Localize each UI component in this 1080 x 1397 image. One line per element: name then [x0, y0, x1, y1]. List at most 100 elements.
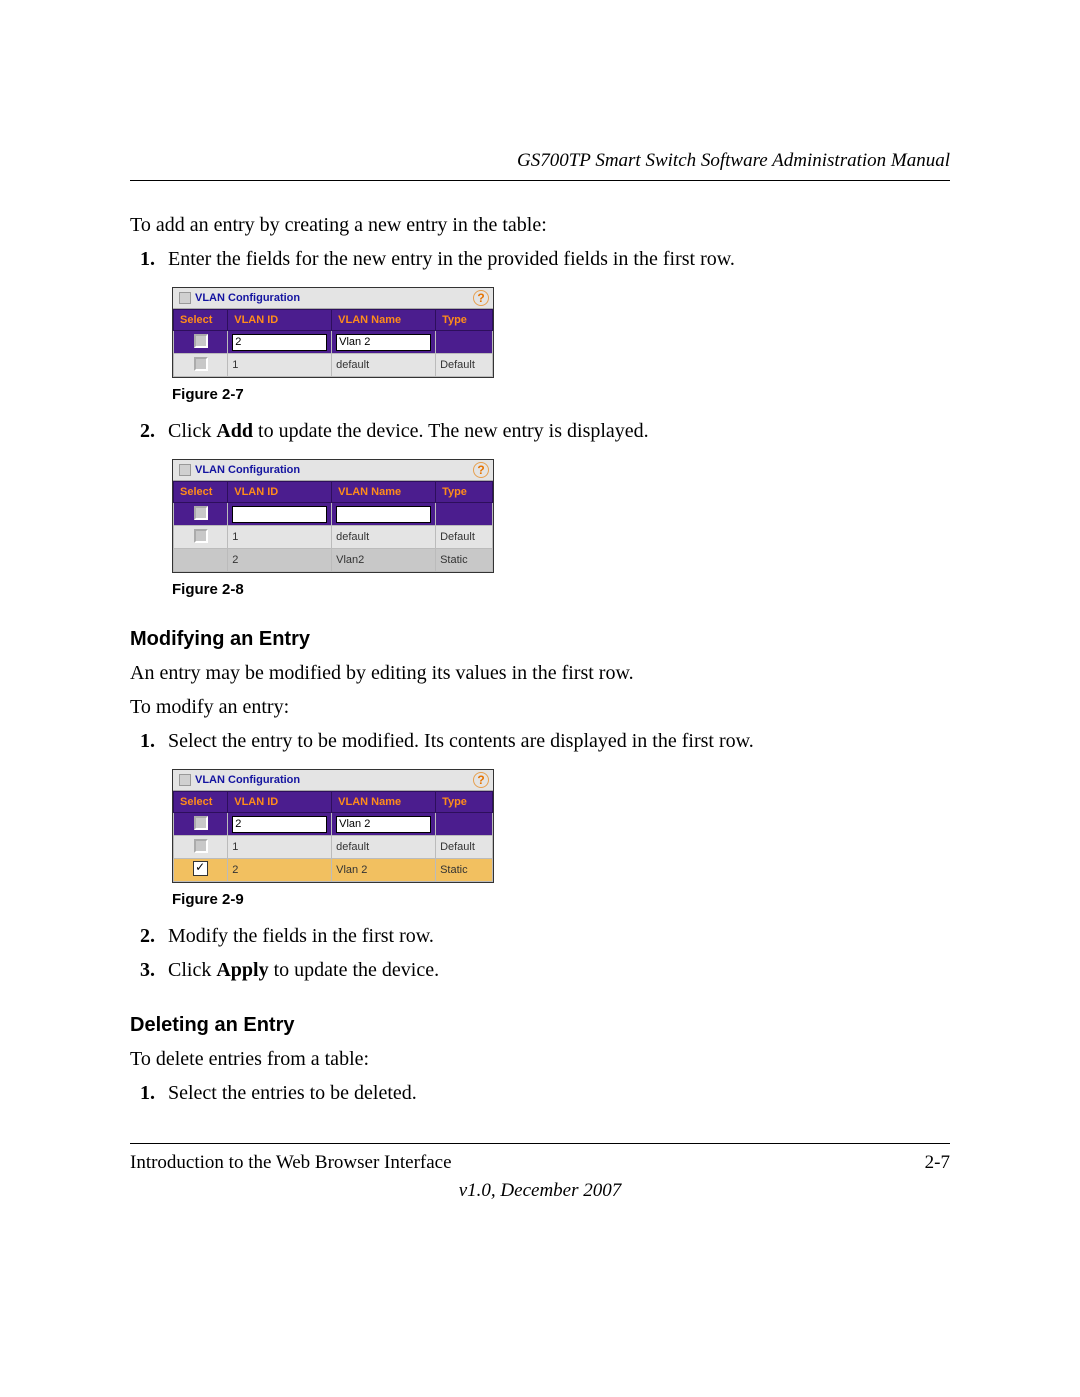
panel-icon [179, 292, 191, 304]
step-a1: 1.Enter the fields for the new entry in … [168, 245, 950, 273]
col-select: Select [174, 482, 228, 503]
step-m1: 1.Select the entry to be modified. Its c… [168, 727, 950, 755]
vlan-table: Select VLAN ID VLAN Name Type 1 default … [173, 309, 493, 377]
input-row [174, 331, 493, 354]
table-row: 1 default Default [174, 526, 493, 549]
page-header: GS700TP Smart Switch Software Administra… [130, 150, 950, 181]
heading-deleting: Deleting an Entry [130, 1014, 950, 1037]
step-text: Enter the fields for the new entry in th… [168, 248, 735, 270]
select-all-checkbox[interactable] [194, 506, 208, 520]
step-text: Select the entry to be modified. Its con… [168, 730, 754, 752]
col-vlan-name: VLAN Name [332, 310, 436, 331]
panel-title: VLAN Configuration [195, 292, 473, 304]
table-header-row: Select VLAN ID VLAN Name Type [174, 482, 493, 503]
panel-title: VLAN Configuration [195, 464, 473, 476]
col-select: Select [174, 792, 228, 813]
step-number: 1. [140, 1079, 168, 1107]
panel-titlebar: VLAN Configuration ? [173, 770, 493, 791]
table-row-selected: 2 Vlan 2 Static [174, 859, 493, 882]
col-type: Type [436, 482, 493, 503]
figure-2-8: VLAN Configuration ? Select VLAN ID VLAN… [172, 459, 950, 573]
modify-p1: An entry may be modified by editing its … [130, 659, 950, 687]
vlan-name-input[interactable] [336, 334, 431, 351]
row-checkbox-checked[interactable] [193, 861, 208, 876]
cell-type: Default [436, 354, 493, 377]
panel-titlebar: VLAN Configuration ? [173, 288, 493, 309]
step-number: 1. [140, 727, 168, 755]
col-vlan-name: VLAN Name [332, 792, 436, 813]
cell-id: 1 [228, 836, 332, 859]
vlan-name-input[interactable] [336, 816, 431, 833]
delete-p1: To delete entries from a table: [130, 1045, 950, 1073]
col-vlan-id: VLAN ID [228, 310, 332, 331]
cell-name: default [332, 836, 436, 859]
col-vlan-name: VLAN Name [332, 482, 436, 503]
footer-page-number: 2-7 [925, 1152, 950, 1174]
col-vlan-id: VLAN ID [228, 482, 332, 503]
step-text-pre: Click [168, 420, 216, 442]
cell-type: Default [436, 836, 493, 859]
manual-title: GS700TP Smart Switch Software Administra… [517, 150, 950, 171]
step-text-post: to update the device. The new entry is d… [253, 420, 649, 442]
step-text-post: to update the device. [269, 959, 440, 981]
row-checkbox[interactable] [194, 839, 208, 853]
modify-p2: To modify an entry: [130, 693, 950, 721]
help-icon[interactable]: ? [473, 462, 489, 478]
footer-version: v1.0, December 2007 [130, 1180, 950, 1202]
step-text-bold: Apply [216, 959, 268, 981]
vlan-id-input[interactable] [232, 816, 327, 833]
select-all-checkbox[interactable] [194, 334, 208, 348]
cell-name: default [332, 526, 436, 549]
heading-modifying: Modifying an Entry [130, 628, 950, 651]
vlan-name-input[interactable] [336, 506, 431, 523]
cell-type: Static [436, 549, 493, 572]
page-footer: Introduction to the Web Browser Interfac… [130, 1143, 950, 1202]
panel-titlebar: VLAN Configuration ? [173, 460, 493, 481]
cell-name: Vlan 2 [332, 859, 436, 882]
cell-id: 2 [228, 859, 332, 882]
figure-caption: Figure 2-9 [172, 891, 950, 908]
table-row: 2 Vlan2 Static [174, 549, 493, 572]
cell-id: 2 [228, 549, 332, 572]
footer-chapter: Introduction to the Web Browser Interfac… [130, 1152, 452, 1174]
input-row [174, 503, 493, 526]
col-type: Type [436, 792, 493, 813]
step-a2: 2.Click Add to update the device. The ne… [168, 417, 950, 445]
step-number: 1. [140, 245, 168, 273]
col-vlan-id: VLAN ID [228, 792, 332, 813]
vlan-table: Select VLAN ID VLAN Name Type 1 default … [173, 791, 493, 882]
col-type: Type [436, 310, 493, 331]
table-header-row: Select VLAN ID VLAN Name Type [174, 310, 493, 331]
step-number: 3. [140, 956, 168, 984]
table-row: 1 default Default [174, 836, 493, 859]
figure-caption: Figure 2-7 [172, 386, 950, 403]
step-text: Select the entries to be deleted. [168, 1082, 417, 1104]
cell-type: Default [436, 526, 493, 549]
vlan-id-input[interactable] [232, 334, 327, 351]
figure-2-9: VLAN Configuration ? Select VLAN ID VLAN… [172, 769, 950, 883]
select-all-checkbox[interactable] [194, 816, 208, 830]
page-container: GS700TP Smart Switch Software Administra… [0, 0, 1080, 1397]
figure-caption: Figure 2-8 [172, 581, 950, 598]
panel-icon [179, 774, 191, 786]
step-number: 2. [140, 417, 168, 445]
footer-row: Introduction to the Web Browser Interfac… [130, 1152, 950, 1174]
row-checkbox[interactable] [194, 357, 208, 371]
step-m2: 2.Modify the fields in the first row. [168, 922, 950, 950]
row-checkbox[interactable] [194, 529, 208, 543]
cell-id: 1 [228, 354, 332, 377]
help-icon[interactable]: ? [473, 290, 489, 306]
cell-id: 1 [228, 526, 332, 549]
vlan-id-input[interactable] [232, 506, 327, 523]
help-icon[interactable]: ? [473, 772, 489, 788]
input-row [174, 813, 493, 836]
cell-type: Static [436, 859, 493, 882]
step-d1: 1.Select the entries to be deleted. [168, 1079, 950, 1107]
figure-2-7: VLAN Configuration ? Select VLAN ID VLAN… [172, 287, 950, 378]
step-text-bold: Add [216, 420, 253, 442]
step-text: Modify the fields in the first row. [168, 925, 434, 947]
step-text-pre: Click [168, 959, 216, 981]
table-header-row: Select VLAN ID VLAN Name Type [174, 792, 493, 813]
step-number: 2. [140, 922, 168, 950]
panel-title: VLAN Configuration [195, 774, 473, 786]
